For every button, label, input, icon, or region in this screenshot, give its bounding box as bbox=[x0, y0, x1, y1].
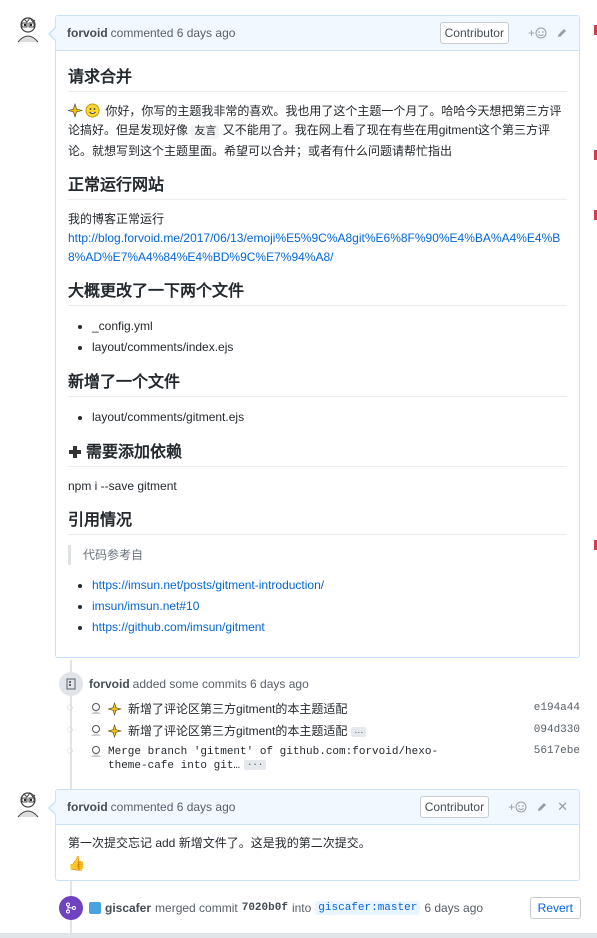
comment-timestamp[interactable]: commented 6 days ago bbox=[111, 800, 236, 814]
thumbs-up-emoji-icon: 👍 bbox=[68, 855, 86, 871]
expand-ellipsis-button[interactable]: ··· bbox=[244, 760, 267, 771]
merge-text-b: into bbox=[291, 901, 312, 915]
target-branch[interactable]: giscafer:master bbox=[315, 901, 421, 915]
heading-references: 引用情况 bbox=[68, 506, 567, 535]
actor-avatar[interactable] bbox=[89, 902, 101, 914]
reference-link[interactable]: https://imsun.net/posts/gitment-introduc… bbox=[92, 578, 324, 592]
commit-dot-icon: ◇ bbox=[66, 724, 74, 734]
comment-body: 请求合并 你好，你写的主题我非常的喜欢。我也用了这个主题一个月了。哈哈今天想把第… bbox=[56, 51, 579, 658]
add-reaction-icon[interactable]: + bbox=[508, 800, 527, 814]
merge-commit-sha[interactable]: 7020b0f bbox=[242, 902, 288, 914]
commit-message[interactable]: Merge branch 'gitment' of github.com:for… bbox=[108, 745, 448, 773]
list-item: layout/comments/gitment.ejs bbox=[92, 407, 567, 428]
comment-author[interactable]: forvoid bbox=[67, 26, 108, 40]
added-files-list: layout/comments/gitment.ejs bbox=[92, 407, 567, 428]
git-merge-icon bbox=[59, 896, 83, 920]
edit-pencil-icon[interactable] bbox=[536, 801, 548, 813]
committer-avatar[interactable] bbox=[90, 702, 102, 714]
blog-label: 我的博客正常运行 bbox=[68, 212, 165, 226]
inline-code: 友言 bbox=[191, 125, 220, 139]
merge-timestamp[interactable]: 6 days ago bbox=[424, 901, 483, 915]
heading-merge-request: 请求合并 bbox=[68, 63, 567, 92]
comment-text: 第一次提交忘记 add 新增文件了。这是我的第二次提交。 bbox=[68, 836, 371, 850]
comment-header: forvoid commented 6 days ago Contributor… bbox=[56, 16, 579, 51]
contributor-badge: Contributor bbox=[419, 796, 490, 818]
comment-timestamp[interactable]: commented 6 days ago bbox=[111, 26, 236, 40]
committer-avatar[interactable] bbox=[90, 745, 102, 757]
merge-actor[interactable]: giscafer bbox=[105, 901, 151, 915]
comment-header: forvoid commented 6 days ago Contributor… bbox=[56, 790, 579, 825]
avatar-forvoid[interactable] bbox=[14, 15, 42, 43]
event-action: added some commits 6 days ago bbox=[132, 677, 309, 691]
bottom-divider bbox=[0, 933, 597, 938]
list-item: _config.yml bbox=[92, 316, 567, 337]
commit-sha[interactable]: 5617ebe bbox=[534, 745, 580, 757]
delete-close-icon[interactable]: ✕ bbox=[557, 799, 568, 815]
commit-dot-icon: ◇ bbox=[66, 702, 74, 712]
sparkles-emoji-icon bbox=[108, 702, 122, 716]
heading-dependencies-text: 需要添加依赖 bbox=[86, 444, 183, 461]
sparkles-emoji-icon bbox=[68, 103, 83, 118]
blockquote: 代码参考自 bbox=[68, 545, 567, 565]
comment-body: 第一次提交忘记 add 新增文件了。这是我的第二次提交。 👍 bbox=[56, 825, 579, 882]
changed-files-list: _config.yml layout/comments/index.ejs bbox=[92, 316, 567, 358]
commit-row: ◇ Merge branch 'gitment' of github.com:f… bbox=[64, 745, 580, 773]
sparkles-emoji-icon bbox=[108, 724, 122, 738]
event-author[interactable]: forvoid bbox=[89, 677, 130, 691]
reference-link[interactable]: https://github.com/imsun/gitment bbox=[92, 620, 265, 634]
committer-avatar[interactable] bbox=[90, 724, 102, 736]
commits-event: forvoid added some commits 6 days ago bbox=[59, 672, 584, 696]
commit-sha[interactable]: 094d330 bbox=[534, 724, 580, 736]
commit-message-text: Merge branch 'gitment' of github.com:for… bbox=[108, 746, 439, 772]
list-item: https://github.com/imsun/gitment bbox=[92, 617, 567, 638]
expand-ellipsis-button[interactable]: ··· bbox=[351, 726, 367, 737]
comment-1: forvoid commented 6 days ago Contributor… bbox=[48, 15, 580, 658]
contributor-badge: Contributor bbox=[439, 22, 509, 44]
heading-added-file: 新增了一个文件 bbox=[68, 368, 567, 397]
commit-message-text: 新增了评论区第三方gitment的本主题适配 bbox=[128, 724, 348, 738]
edit-pencil-icon[interactable] bbox=[556, 27, 568, 39]
commit-dot-icon: ◇ bbox=[66, 745, 74, 755]
comment-author[interactable]: forvoid bbox=[67, 800, 108, 814]
commit-row: ◇ 新增了评论区第三方gitment的本主题适配 ··· 094d330 bbox=[64, 724, 580, 738]
heading-changed-files: 大概更改了一下两个文件 bbox=[68, 277, 567, 306]
merge-text-a: merged commit bbox=[155, 901, 238, 915]
heading-dependencies: 需要添加依赖 bbox=[68, 438, 567, 467]
grinning-emoji-icon bbox=[85, 103, 100, 118]
list-item: https://imsun.net/posts/gitment-introduc… bbox=[92, 575, 567, 596]
commit-row: ◇ 新增了评论区第三方gitment的本主题适配 e194a44 bbox=[64, 702, 580, 716]
commit-message[interactable]: 新增了评论区第三方gitment的本主题适配 bbox=[128, 702, 526, 716]
heavy-plus-emoji-icon bbox=[69, 446, 81, 458]
commit-sha[interactable]: e194a44 bbox=[534, 702, 580, 714]
commit-message[interactable]: 新增了评论区第三方gitment的本主题适配 ··· bbox=[128, 724, 526, 738]
list-item: layout/comments/index.ejs bbox=[92, 337, 567, 358]
merge-event: giscafer merged commit 7020b0f into gisc… bbox=[59, 896, 581, 920]
add-reaction-icon[interactable]: + bbox=[528, 26, 547, 40]
reference-link[interactable]: imsun/imsun.net#10 bbox=[92, 599, 199, 613]
repo-push-icon bbox=[59, 672, 83, 696]
avatar-forvoid[interactable] bbox=[14, 790, 42, 818]
dependency-command: npm i --save gitment bbox=[68, 479, 177, 493]
heading-running-site: 正常运行网站 bbox=[68, 171, 567, 200]
list-item: imsun/imsun.net#10 bbox=[92, 596, 567, 617]
comment-2: forvoid commented 6 days ago Contributor… bbox=[48, 789, 580, 882]
blog-link[interactable]: http://blog.forvoid.me/2017/06/13/emoji%… bbox=[68, 231, 560, 264]
references-list: https://imsun.net/posts/gitment-introduc… bbox=[92, 575, 567, 638]
intro-paragraph: 你好，你写的主题我非常的喜欢。我也用了这个主题一个月了。哈哈今天想把第三方评论搞… bbox=[68, 102, 567, 161]
blog-paragraph: 我的博客正常运行 http://blog.forvoid.me/2017/06/… bbox=[68, 210, 567, 267]
revert-button[interactable]: Revert bbox=[529, 897, 581, 919]
